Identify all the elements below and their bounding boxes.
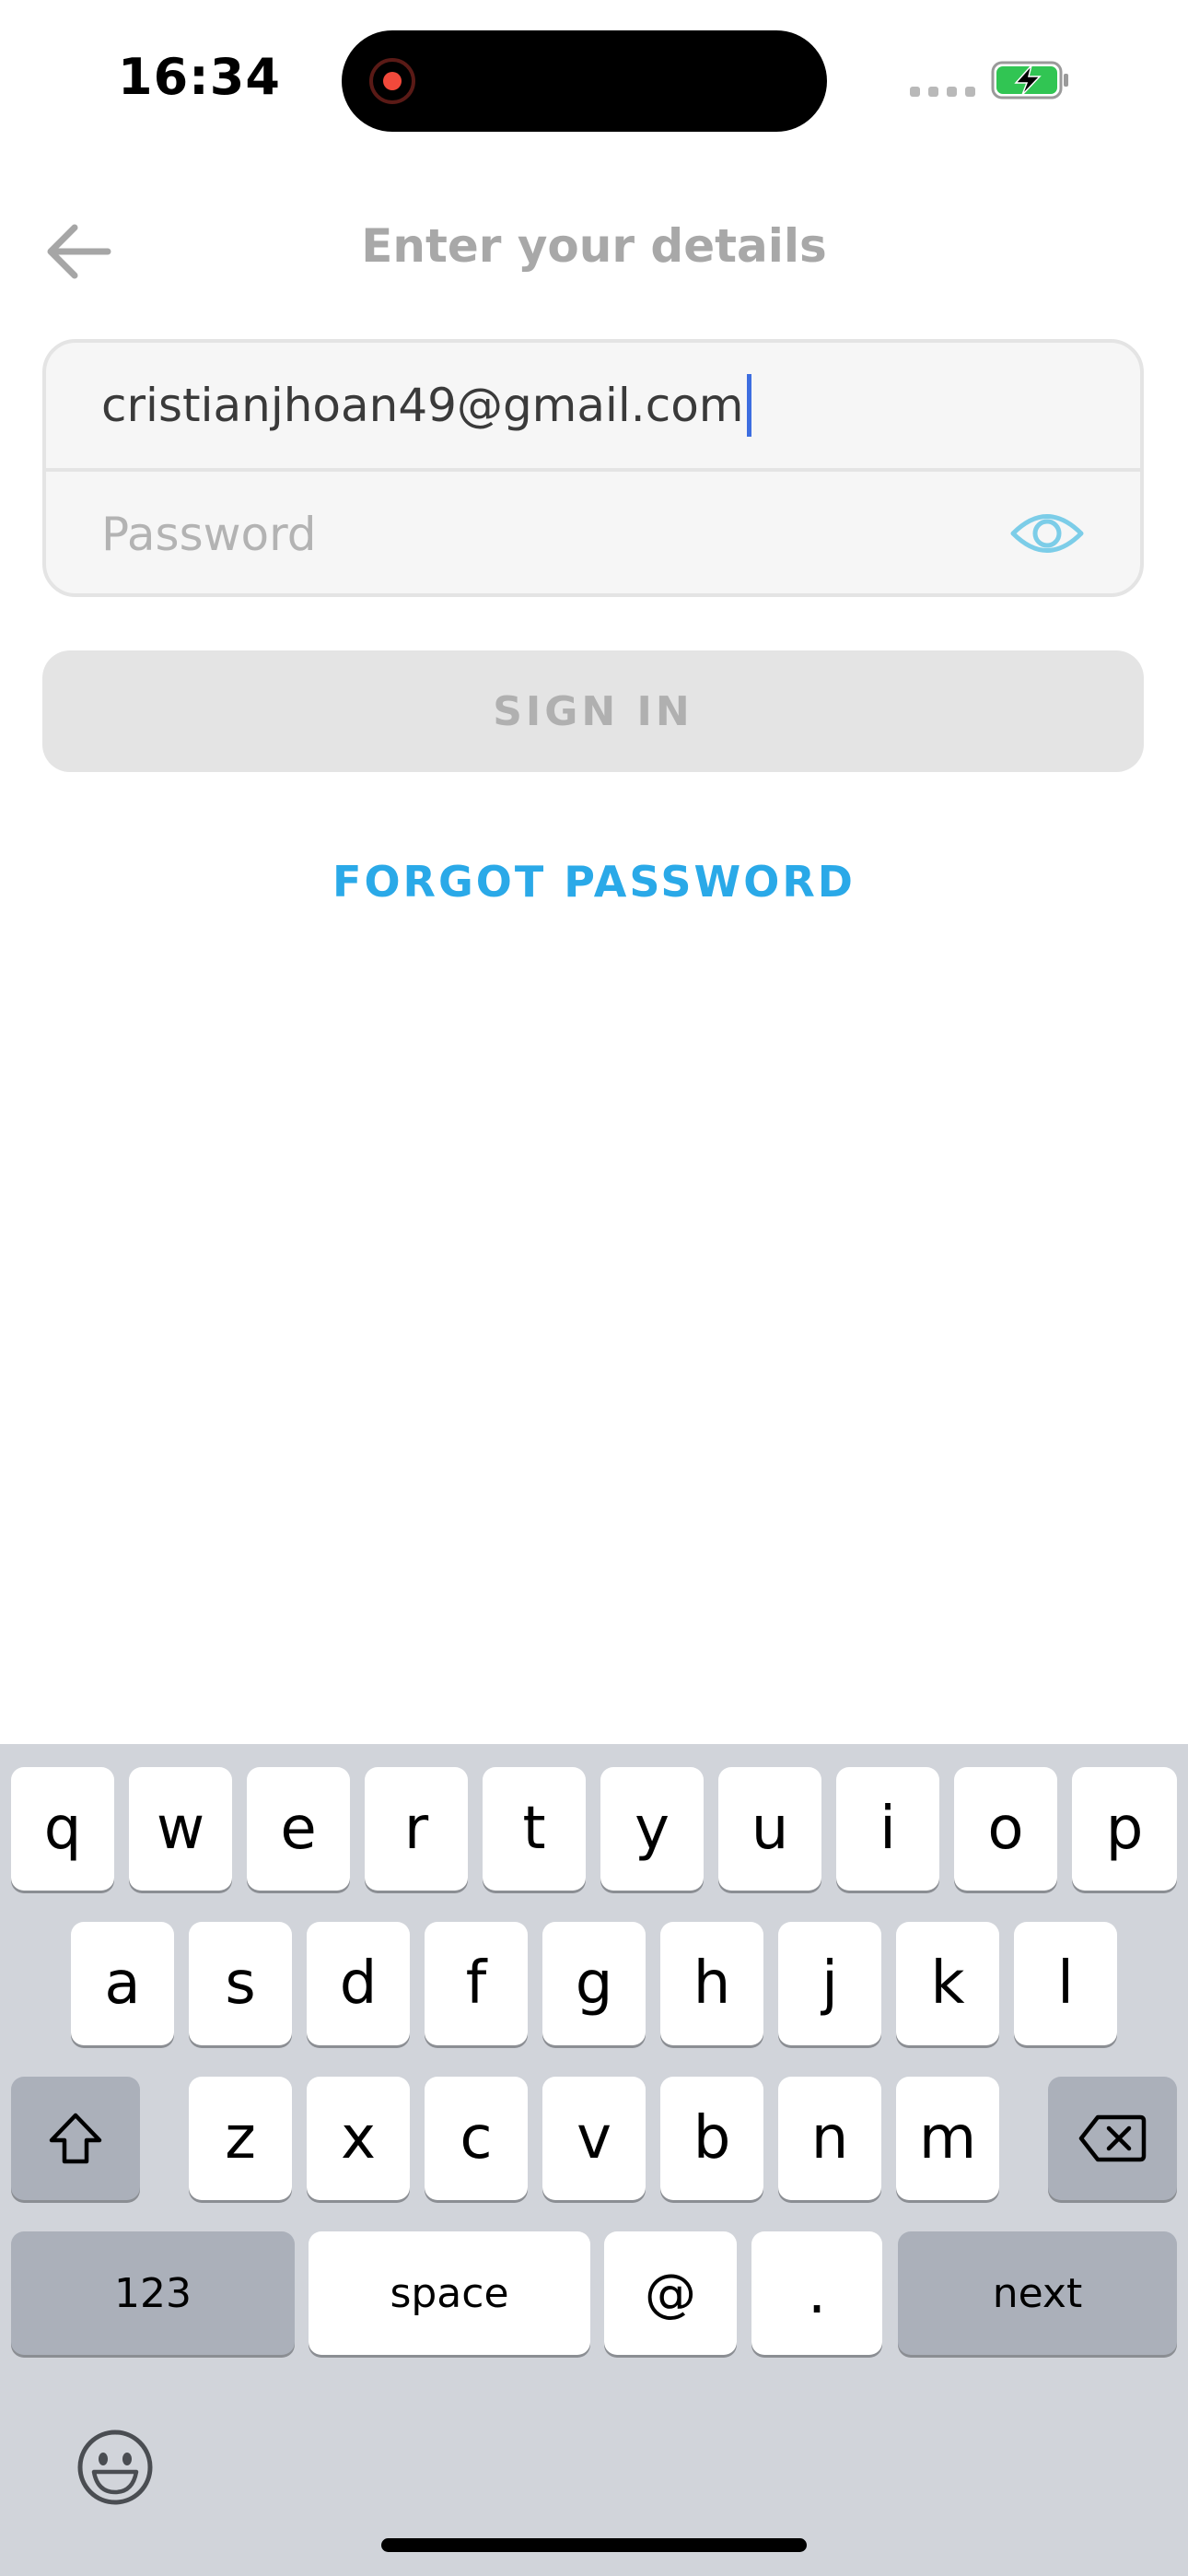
home-indicator[interactable]: [381, 2538, 807, 2552]
key-g[interactable]: g: [542, 1922, 646, 2045]
page-title: Enter your details: [361, 219, 827, 273]
space-key[interactable]: space: [309, 2231, 590, 2355]
key-e[interactable]: e: [247, 1767, 350, 1891]
sign-in-button[interactable]: SIGN IN: [42, 650, 1144, 772]
eye-icon[interactable]: [1009, 505, 1085, 562]
key-u[interactable]: u: [718, 1767, 821, 1891]
shift-icon: [49, 2113, 102, 2164]
cellular-signal-icon: [910, 87, 975, 97]
key-l[interactable]: l: [1014, 1922, 1117, 2045]
password-placeholder: Password: [101, 508, 317, 561]
backspace-icon: [1078, 2114, 1147, 2162]
text-cursor: [746, 374, 751, 437]
key-k[interactable]: k: [896, 1922, 999, 2045]
key-a[interactable]: a: [71, 1922, 174, 2045]
battery-charging-icon: [991, 61, 1068, 100]
forgot-password-link[interactable]: FORGOT PASSWORD: [0, 857, 1188, 907]
credentials-form: cristianjhoan49@gmail.com Password: [42, 339, 1144, 597]
key-b[interactable]: b: [660, 2077, 763, 2200]
key-s[interactable]: s: [189, 1922, 292, 2045]
login-screen: 16:34 Enter your details cristianjhoan49…: [0, 0, 1188, 2576]
onscreen-keyboard: q w e r t y u i o p a s d f g h j k l z …: [0, 1744, 1188, 2576]
key-n[interactable]: n: [778, 2077, 881, 2200]
next-key[interactable]: next: [898, 2231, 1177, 2355]
key-v[interactable]: v: [542, 2077, 646, 2200]
key-x[interactable]: x: [307, 2077, 410, 2200]
key-q[interactable]: q: [11, 1767, 114, 1891]
key-h[interactable]: h: [660, 1922, 763, 2045]
key-d[interactable]: d: [307, 1922, 410, 2045]
email-field[interactable]: cristianjhoan49@gmail.com: [46, 343, 1140, 468]
key-j[interactable]: j: [778, 1922, 881, 2045]
key-o[interactable]: o: [954, 1767, 1057, 1891]
key-w[interactable]: w: [129, 1767, 232, 1891]
email-value: cristianjhoan49@gmail.com: [101, 379, 744, 432]
key-t[interactable]: t: [483, 1767, 586, 1891]
key-p[interactable]: p: [1072, 1767, 1177, 1891]
dynamic-island: [342, 30, 827, 132]
screen-recording-icon: [369, 58, 415, 104]
key-r[interactable]: r: [365, 1767, 468, 1891]
numbers-key[interactable]: 123: [11, 2231, 295, 2355]
key-c[interactable]: c: [425, 2077, 528, 2200]
password-field[interactable]: Password: [46, 472, 1140, 593]
backspace-key[interactable]: [1048, 2077, 1177, 2200]
dot-key[interactable]: .: [751, 2231, 882, 2355]
status-time: 16:34: [118, 48, 281, 106]
key-m[interactable]: m: [896, 2077, 999, 2200]
key-z[interactable]: z: [189, 2077, 292, 2200]
shift-key[interactable]: [11, 2077, 140, 2200]
key-f[interactable]: f: [425, 1922, 528, 2045]
key-y[interactable]: y: [600, 1767, 704, 1891]
key-i[interactable]: i: [836, 1767, 939, 1891]
at-key[interactable]: @: [604, 2231, 737, 2355]
emoji-icon[interactable]: [74, 2426, 157, 2509]
